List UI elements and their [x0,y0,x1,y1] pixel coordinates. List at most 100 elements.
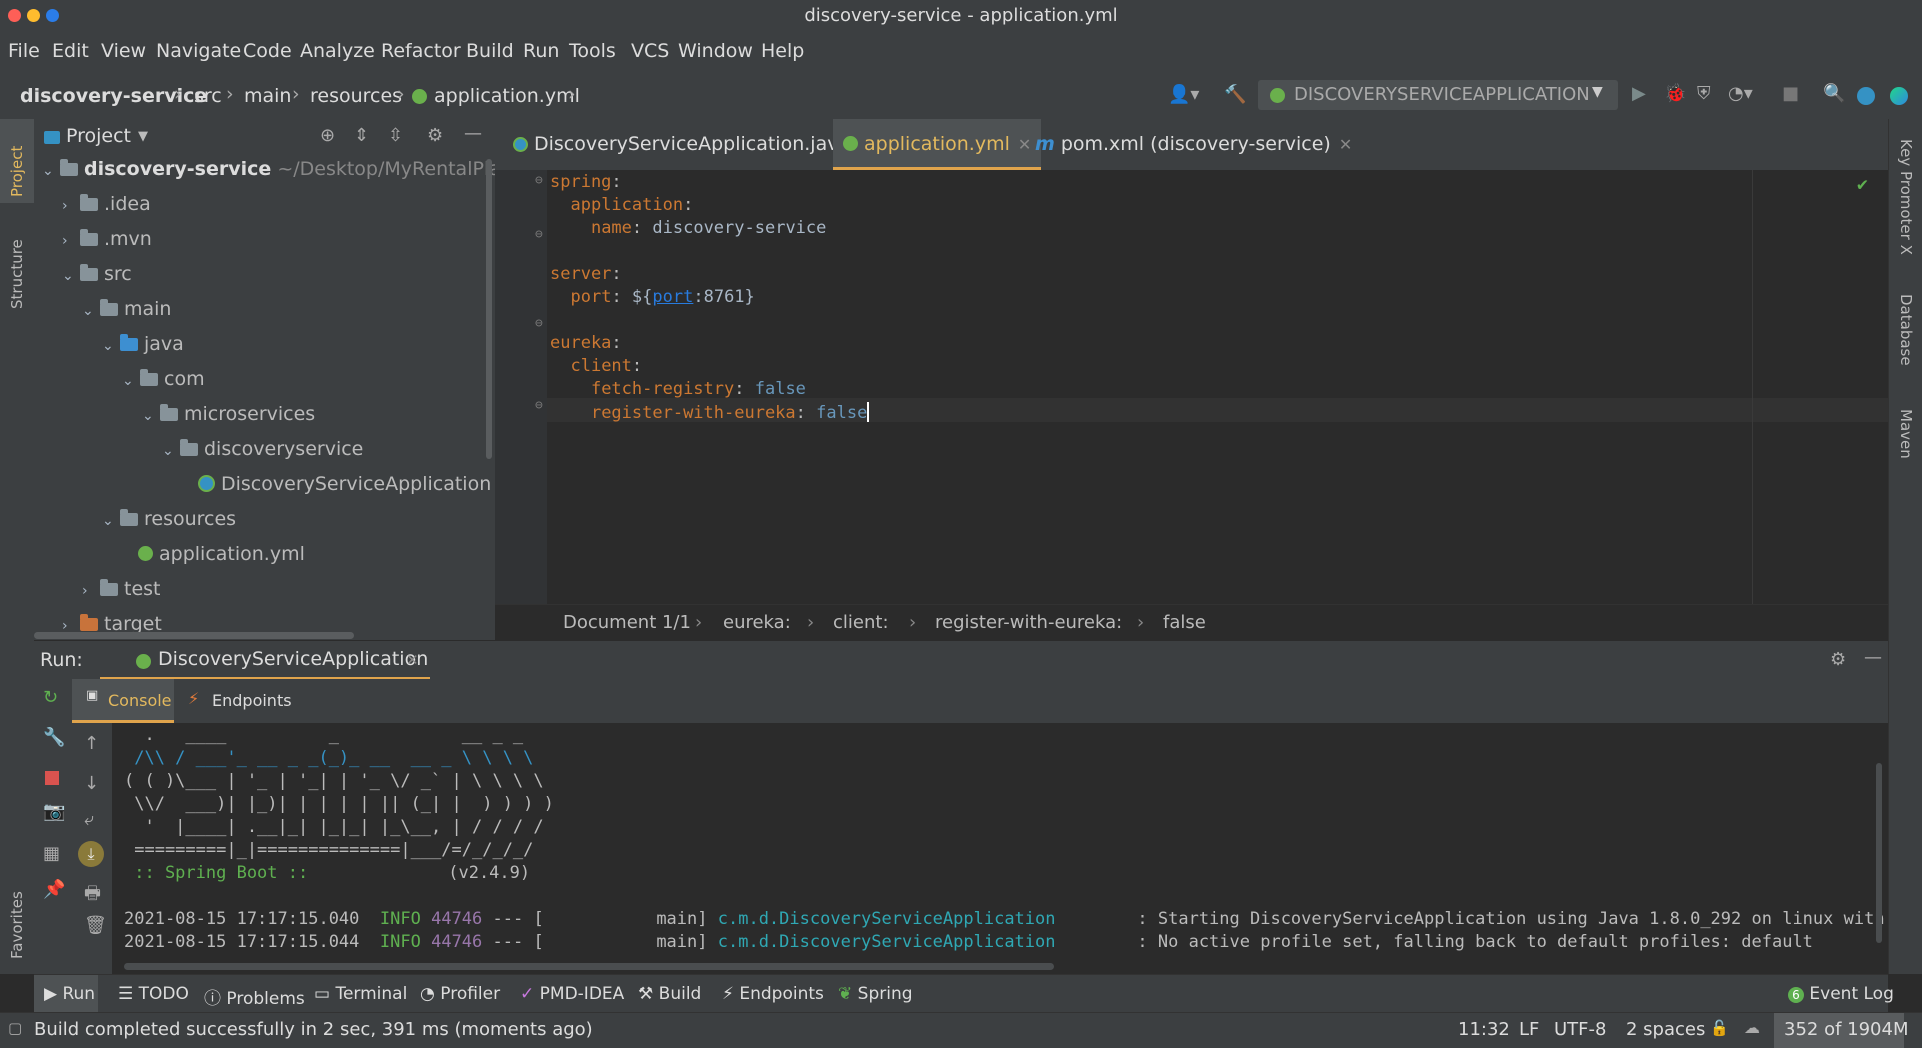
expand-all-icon[interactable]: ⇕ [354,125,369,146]
menu-tools[interactable]: Tools [569,40,616,62]
tool-tab-problems[interactable]: ⓘ Problems [204,984,305,1009]
profile-icon[interactable]: ◔▾ [1728,83,1753,104]
menu-vcs[interactable]: VCS [631,40,669,62]
console-horizontal-scrollbar[interactable] [124,963,1054,970]
maven-tool-label[interactable]: Maven [1897,409,1915,459]
minimize-icon[interactable]: — [464,123,482,144]
print-icon[interactable]: 🖶 [84,881,101,911]
line-separator[interactable]: LF [1519,1019,1539,1040]
run-config-tab[interactable]: DiscoveryServiceApplication ✕ [100,641,430,680]
chevron-down-icon[interactable]: ⌄ [162,443,180,459]
ec-client[interactable]: client: [833,612,889,633]
chevron-down-icon[interactable]: ⌄ [142,408,160,424]
scroll-to-end-icon[interactable]: ⤓ [78,841,104,867]
ec-false[interactable]: false [1163,612,1206,633]
tab-endpoints[interactable]: ⚡ Endpoints [188,679,298,723]
favorites-tool-label[interactable]: Favorites [8,891,26,959]
chevron-down-icon[interactable]: ⌄ [62,268,80,284]
tool-tab-pmd[interactable]: ✓ PMD-IDEA [520,984,624,1004]
close-icon[interactable]: ✕ [1339,135,1352,154]
tab-pom-xml[interactable]: m pom.xml (discovery-service) ✕ [1025,119,1362,170]
ec-document[interactable]: Document 1/1 [563,612,691,633]
lock-icon[interactable]: 🔓 [1710,1019,1729,1037]
memory-indicator[interactable]: 352 of 1904M [1774,1013,1909,1048]
tree-item-discoveryservice[interactable]: ⌄ discoveryservice [162,438,363,468]
caret-position[interactable]: 11:32 [1458,1019,1510,1040]
hammer-icon[interactable]: 🔨 [1224,84,1246,105]
run-icon[interactable]: ▶ [1632,83,1646,104]
ec-register-with-eureka[interactable]: register-with-eureka: [935,612,1122,633]
breadcrumb-file[interactable]: application.yml [434,85,580,107]
locate-icon[interactable]: ⊕ [320,125,335,146]
tree-item-discoveryserviceapplication[interactable]: DiscoveryServiceApplication [198,473,491,503]
arrow-up-icon[interactable]: ↑ [84,733,99,754]
tree-item-src[interactable]: ⌄ src [62,263,132,293]
file-encoding[interactable]: UTF-8 [1554,1019,1606,1040]
tree-item-java[interactable]: ⌄ java [102,333,184,363]
console-output[interactable]: . ____ _ __ _ _ /\\ / ___'_ __ _ _(_)_ _… [112,723,1888,974]
camera-icon[interactable]: 📷 [43,801,65,822]
gear-icon[interactable]: ⚙ [427,125,443,146]
tool-tab-spring[interactable]: ❦ Spring [838,984,913,1004]
menu-analyze[interactable]: Analyze [300,40,375,62]
tree-item-discovery-service[interactable]: ⌄ discovery-service ~/Desktop/MyRentalPla… [42,158,559,188]
chevron-down-icon[interactable]: ⌄ [102,513,120,529]
coverage-icon[interactable]: ⛨ [1697,83,1711,104]
minimize-icon[interactable]: — [1864,647,1882,668]
menu-edit[interactable]: Edit [52,40,89,62]
menu-refactor[interactable]: Refactor [381,40,461,62]
console-vertical-scrollbar[interactable] [1876,763,1882,943]
tree-item-microservices[interactable]: ⌄ microservices [142,403,315,433]
chevron-right-icon[interactable]: › [62,198,80,214]
vertical-scrollbar[interactable] [486,159,492,459]
tree-item-mvn[interactable]: › .mvn [62,228,152,258]
chevron-down-icon[interactable]: ⌄ [122,373,140,389]
tab-application-yml[interactable]: application.yml ✕ [833,119,1042,170]
tool-tab-run[interactable]: ▶ Run [44,984,95,1004]
update-icon[interactable] [1857,87,1875,105]
debug-icon[interactable]: 🐞 [1664,83,1686,104]
menu-window[interactable]: Window [678,40,753,62]
chevron-down-icon[interactable]: ▼ [138,129,148,144]
tool-tab-profiler[interactable]: ◔ Profiler [420,984,500,1004]
structure-tool-label[interactable]: Structure [8,239,26,309]
stop-icon[interactable]: ■ [1782,83,1799,104]
cloud-icon[interactable]: ☁ [1744,1018,1760,1037]
menu-help[interactable]: Help [761,40,804,62]
fold-icon[interactable]: ⊖ [535,173,543,188]
key-promoter-tool-label[interactable]: Key Promoter X [1897,139,1915,255]
tool-tab-todo[interactable]: ☰ TODO [118,984,189,1004]
chevron-down-icon[interactable]: ⌄ [102,338,120,354]
toolbox-icon[interactable] [1890,87,1908,105]
arrow-down-icon[interactable]: ↓ [84,773,99,794]
stop-icon[interactable] [45,771,59,785]
tree-item-main[interactable]: ⌄ main [82,298,171,328]
user-icon[interactable]: 👤▾ [1168,84,1199,105]
toggle-tool-windows-icon[interactable]: ▢ [8,1019,22,1037]
status-message[interactable]: Build completed successfully in 2 sec, 3… [34,1019,593,1040]
pin-icon[interactable]: 📌 [43,879,65,900]
wrench-icon[interactable]: 🔧 [43,727,65,748]
fold-icon[interactable]: ⊖ [535,227,543,242]
layout-icon[interactable]: ▦ [43,843,60,864]
tool-tab-build[interactable]: ⚒ Build [638,984,701,1004]
menu-view[interactable]: View [101,40,146,62]
rerun-icon[interactable]: ↻ [43,687,58,708]
trash-icon[interactable]: 🗑 [84,915,107,936]
soft-wrap-icon[interactable]: ⤶ [84,809,94,830]
tab-discoveryserviceapplication-java[interactable]: DiscoveryServiceApplication.java✕ [503,119,882,170]
database-tool-label[interactable]: Database [1897,294,1915,366]
tree-item-idea[interactable]: › .idea [62,193,151,223]
ec-eureka[interactable]: eureka: [723,612,791,633]
menu-build[interactable]: Build [466,40,514,62]
close-icon[interactable]: ✕ [406,651,419,669]
menu-file[interactable]: File [8,40,40,62]
code-editor[interactable]: ✔ ⊖ ⊖ ⊖ ⊖ spring: application: name: dis… [495,170,1888,604]
project-view-title[interactable]: Project [66,125,131,147]
collapse-all-icon[interactable]: ⇳ [388,125,403,146]
menu-run[interactable]: Run [523,40,559,62]
horizontal-scrollbar[interactable] [34,632,354,639]
fold-icon[interactable]: ⊖ [535,398,543,413]
breadcrumb-resources[interactable]: resources [310,85,402,107]
menu-code[interactable]: Code [243,40,292,62]
